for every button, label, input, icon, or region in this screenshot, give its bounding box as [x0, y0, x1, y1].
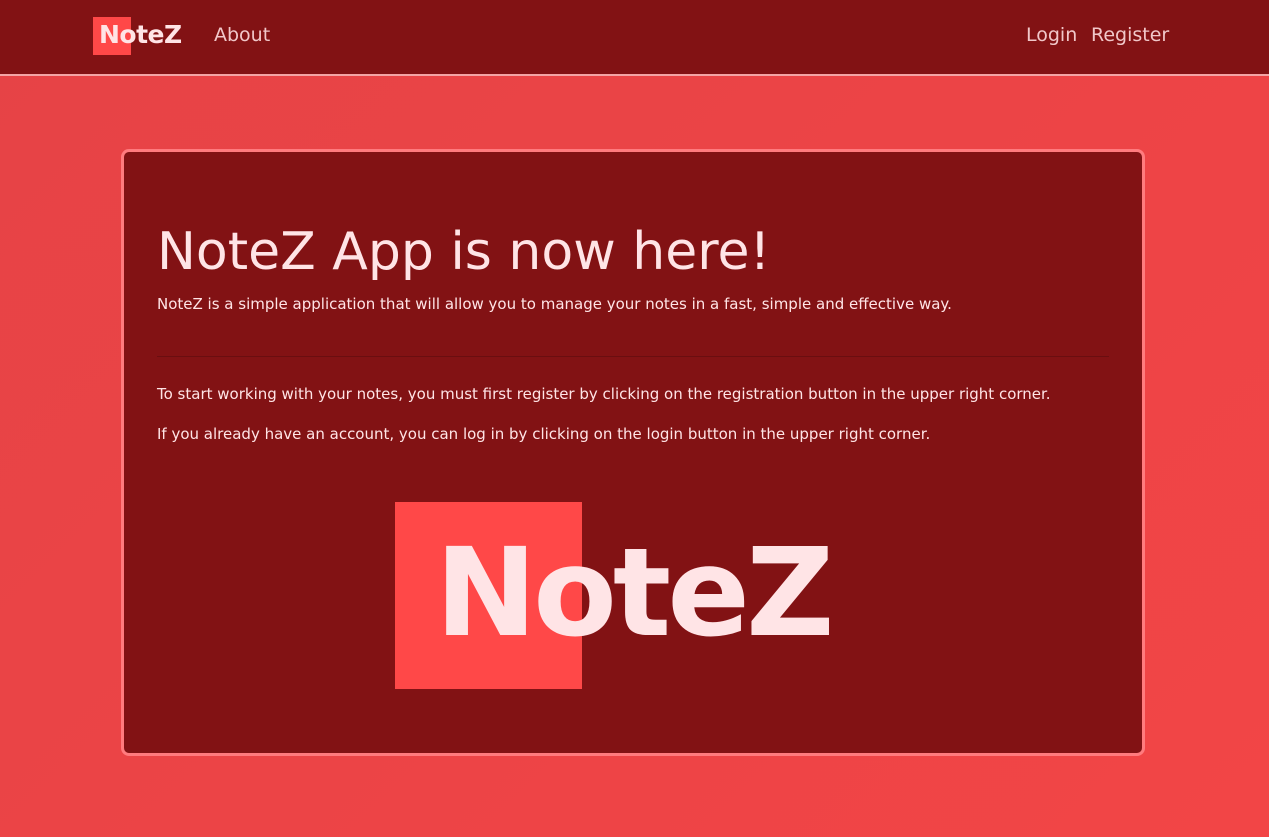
- nav-link-login[interactable]: Login: [1026, 22, 1077, 48]
- hero-card: NoteZ App is now here! NoteZ is a simple…: [121, 149, 1145, 756]
- navbar: NoteZ About Login Register: [0, 0, 1269, 76]
- navbar-logo-text: NoteZ: [99, 20, 182, 49]
- nav-link-about[interactable]: About: [214, 22, 270, 48]
- notez-logo-large: NoteZ: [395, 502, 875, 692]
- hero-title: NoteZ App is now here!: [157, 222, 771, 282]
- nav-link-register[interactable]: Register: [1091, 22, 1169, 48]
- navbar-logo[interactable]: NoteZ: [93, 17, 193, 55]
- hero-paragraph-login: If you already have an account, you can …: [157, 425, 931, 443]
- hero-paragraph-register: To start working with your notes, you mu…: [157, 385, 1051, 403]
- hero-divider: [157, 356, 1109, 357]
- logo-large-text: NoteZ: [435, 522, 834, 664]
- hero-lead: NoteZ is a simple application that will …: [157, 295, 952, 313]
